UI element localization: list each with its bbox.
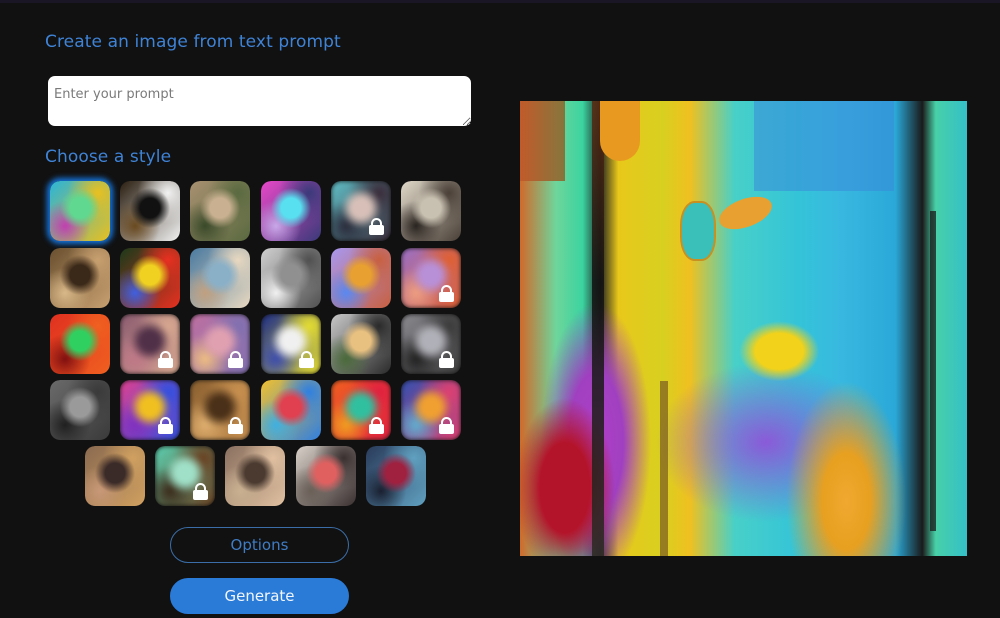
- style-thumbnail: [296, 446, 356, 506]
- image-stroke: [930, 211, 936, 531]
- style-tile-sketch-man-hat[interactable]: [296, 446, 356, 506]
- style-section-heading: Choose a style: [45, 147, 172, 167]
- style-tile-abstract-painting[interactable]: [50, 181, 110, 241]
- top-border: [0, 0, 1000, 3]
- style-tile-dark-cloud[interactable]: [401, 314, 461, 374]
- style-tile-flower-bouquet[interactable]: [120, 248, 180, 308]
- lock-icon: [439, 285, 454, 302]
- style-thumbnail: [331, 314, 391, 374]
- style-tile-colorful-portrait[interactable]: [401, 380, 461, 440]
- lock-icon: [369, 218, 384, 235]
- style-tile-neon-rabbit[interactable]: [120, 380, 180, 440]
- style-tile-fantasy-woman[interactable]: [120, 314, 180, 374]
- style-thumbnail: [50, 380, 110, 440]
- options-button[interactable]: Options: [170, 527, 349, 563]
- page-title: Create an image from text prompt: [45, 32, 341, 52]
- lock-icon: [299, 351, 314, 368]
- image-stroke: [600, 101, 640, 161]
- lock-icon: [439, 351, 454, 368]
- style-thumbnail: [331, 248, 391, 308]
- lock-icon: [369, 417, 384, 434]
- style-tile-victorian-lady[interactable]: [225, 446, 285, 506]
- style-tile-misty-forest[interactable]: [190, 181, 250, 241]
- image-stroke: [680, 201, 716, 261]
- style-tile-sketch-illustration[interactable]: [401, 181, 461, 241]
- style-tile-neon-face[interactable]: [50, 314, 110, 374]
- style-thumbnail: [190, 248, 250, 308]
- style-tile-modern-architecture[interactable]: [331, 314, 391, 374]
- style-tile-fox-figurine[interactable]: [401, 248, 461, 308]
- style-tile-anime-portrait[interactable]: [331, 181, 391, 241]
- style-tile-neon-dragon[interactable]: [331, 380, 391, 440]
- style-thumbnail: [190, 181, 250, 241]
- style-tile-golden-smoke[interactable]: [190, 380, 250, 440]
- style-thumbnail: [401, 181, 461, 241]
- image-stroke: [714, 190, 777, 236]
- style-thumbnail: [50, 181, 110, 241]
- lock-icon: [193, 483, 208, 500]
- style-tile-pastel-clouds[interactable]: [190, 314, 250, 374]
- lock-icon: [228, 351, 243, 368]
- style-thumbnail: [120, 248, 180, 308]
- lock-icon: [439, 417, 454, 434]
- style-thumbnail: [50, 314, 110, 374]
- image-stroke: [660, 381, 668, 556]
- style-thumbnail: [261, 181, 321, 241]
- style-tile-icon-grid[interactable]: [261, 380, 321, 440]
- style-tile-engraving-cup[interactable]: [261, 248, 321, 308]
- style-tile-forest-spirit[interactable]: [155, 446, 215, 506]
- style-thumbnail: [50, 248, 110, 308]
- lock-icon: [158, 351, 173, 368]
- style-thumbnail: [261, 248, 321, 308]
- style-thumbnail: [120, 181, 180, 241]
- generate-button[interactable]: Generate: [170, 578, 349, 614]
- image-stroke: [592, 101, 604, 556]
- generated-image: [520, 101, 967, 556]
- style-thumbnail: [261, 380, 321, 440]
- style-tile-renaissance-portrait[interactable]: [50, 248, 110, 308]
- image-stroke: [520, 101, 565, 181]
- style-tile-warrior-helmet[interactable]: [85, 446, 145, 506]
- image-stroke: [754, 101, 894, 191]
- prompt-input[interactable]: [48, 76, 471, 126]
- style-tile-pop-art-marilyn[interactable]: [261, 314, 321, 374]
- style-thumbnail: [366, 446, 426, 506]
- lock-icon: [158, 417, 173, 434]
- lock-icon: [228, 417, 243, 434]
- style-tile-panda[interactable]: [120, 181, 180, 241]
- style-thumbnail: [225, 446, 285, 506]
- style-tile-ballet-dancers[interactable]: [190, 248, 250, 308]
- style-thumbnail: [85, 446, 145, 506]
- style-tile-grunge-texture[interactable]: [50, 380, 110, 440]
- style-tile-blue-face[interactable]: [366, 446, 426, 506]
- style-tile-isometric-3d[interactable]: [331, 248, 391, 308]
- style-tile-robot[interactable]: [261, 181, 321, 241]
